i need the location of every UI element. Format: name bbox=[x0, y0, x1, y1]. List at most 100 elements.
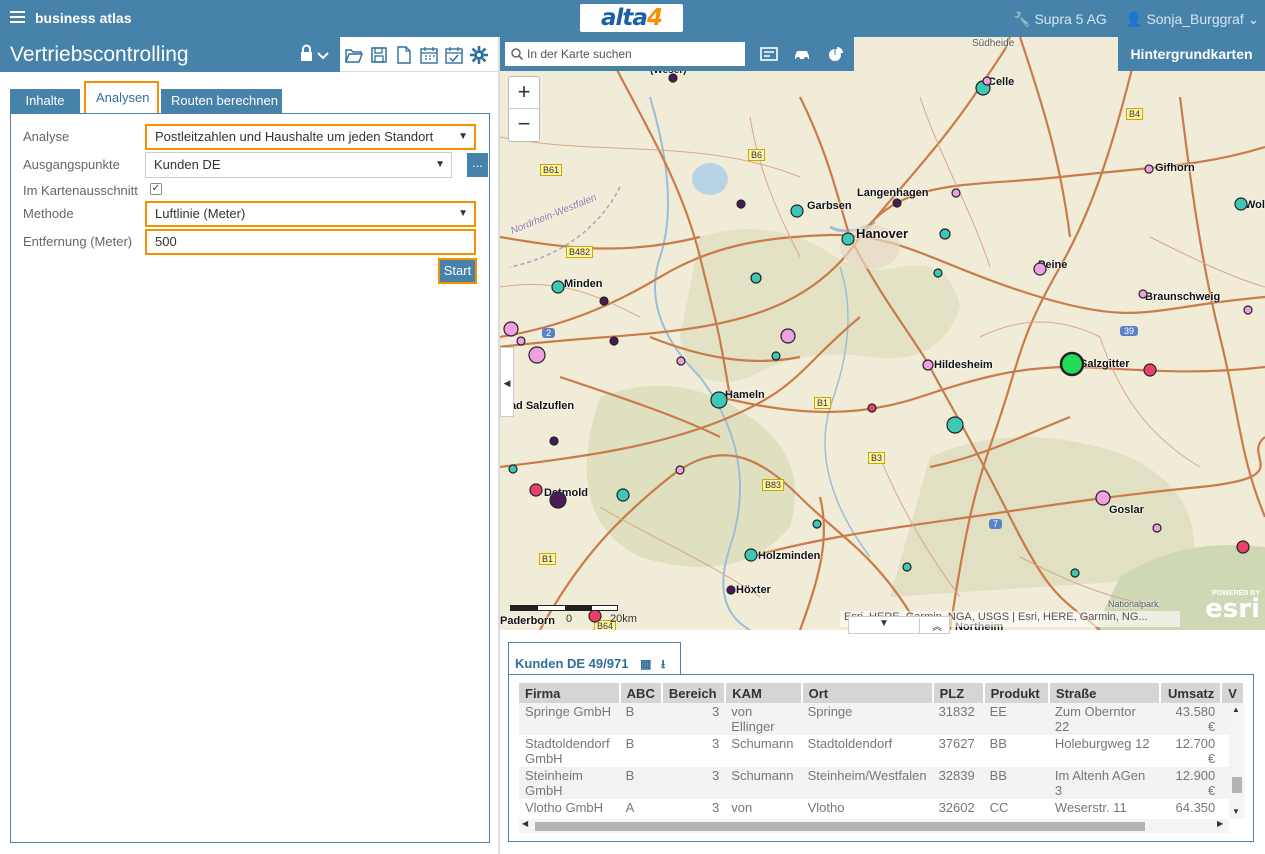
map-marker[interactable] bbox=[1095, 490, 1111, 506]
map-marker[interactable] bbox=[1070, 568, 1080, 578]
map-marker[interactable] bbox=[609, 336, 619, 346]
ausgangspunkte-select[interactable]: Kunden DE ▼ bbox=[145, 152, 452, 178]
table-tab[interactable]: Kunden DE 49/971 ▦ ⭳ bbox=[508, 642, 681, 675]
column-header[interactable]: Firma bbox=[519, 683, 621, 703]
map-marker[interactable] bbox=[503, 321, 519, 337]
map-marker[interactable] bbox=[1144, 164, 1154, 174]
map-marker[interactable] bbox=[528, 346, 546, 364]
calendar-icon[interactable] bbox=[420, 46, 438, 64]
map-marker[interactable] bbox=[588, 609, 602, 623]
map-marker[interactable] bbox=[668, 73, 678, 83]
download-icon[interactable]: ⭳ bbox=[661, 657, 665, 671]
map-marker[interactable] bbox=[736, 199, 746, 209]
map-marker[interactable] bbox=[902, 562, 912, 572]
map-marker[interactable] bbox=[676, 356, 686, 366]
scroll-right-icon[interactable]: ▶ bbox=[1217, 819, 1223, 828]
organization-menu[interactable]: 🔧 Supra 5 AG bbox=[1013, 11, 1107, 28]
column-header[interactable]: Produkt bbox=[983, 683, 1050, 703]
methode-select[interactable]: Luftlinie (Meter) ▼ bbox=[145, 201, 476, 227]
map-marker[interactable] bbox=[780, 328, 796, 344]
caret-down-icon[interactable]: ▼ bbox=[879, 618, 889, 629]
table-row[interactable]: Steinheim GmbH B 3 Schumann Steinheim/Westfa… bbox=[519, 767, 1244, 799]
table-icon[interactable]: ▦ bbox=[640, 657, 651, 671]
map-marker[interactable] bbox=[867, 403, 877, 413]
map-marker[interactable] bbox=[508, 464, 518, 474]
column-header[interactable]: Ort bbox=[801, 683, 934, 703]
collapse-panel-button[interactable]: ◀ bbox=[500, 347, 514, 417]
map-marker[interactable] bbox=[726, 585, 736, 595]
map-marker[interactable] bbox=[529, 483, 543, 497]
map-marker[interactable] bbox=[982, 76, 992, 86]
save-icon[interactable] bbox=[370, 46, 388, 64]
map-marker[interactable] bbox=[599, 296, 609, 306]
column-header[interactable]: Umsatz bbox=[1159, 683, 1223, 703]
table-row[interactable]: Springe GmbH B 3 von Ellinger Springe 31832 EE… bbox=[519, 703, 1244, 735]
map-marker[interactable] bbox=[516, 336, 526, 346]
map-marker[interactable] bbox=[1243, 305, 1253, 315]
user-menu[interactable]: 👤 Sonja_Burggraf ⌄ bbox=[1125, 11, 1259, 28]
map-marker[interactable] bbox=[892, 198, 902, 208]
map-marker[interactable] bbox=[939, 228, 951, 240]
table-row[interactable]: Vlotho GmbH A 3 von Vlotho 32602 CC Weserstr. 1… bbox=[519, 799, 1244, 819]
gear-icon[interactable] bbox=[470, 46, 488, 64]
map-marker[interactable] bbox=[922, 359, 934, 371]
vertical-scrollbar[interactable]: ▲ ▼ bbox=[1229, 703, 1245, 819]
scroll-down-icon[interactable]: ▼ bbox=[1232, 807, 1240, 816]
column-header[interactable]: KAM bbox=[725, 683, 803, 703]
lock-dropdown-button[interactable] bbox=[298, 44, 336, 66]
tab-routen-berechnen[interactable]: Routen berechnen bbox=[161, 89, 282, 113]
scroll-up-icon[interactable]: ▲ bbox=[1232, 705, 1240, 714]
column-header[interactable]: PLZ bbox=[932, 683, 985, 703]
map-marker[interactable] bbox=[1143, 363, 1157, 377]
scroll-left-icon[interactable]: ◀ bbox=[522, 819, 528, 828]
column-header[interactable]: Straße bbox=[1048, 683, 1161, 703]
map-marker[interactable] bbox=[744, 548, 758, 562]
map-marker[interactable] bbox=[1236, 540, 1250, 554]
folder-open-icon[interactable] bbox=[345, 46, 363, 64]
map-search-input[interactable]: In der Karte suchen bbox=[505, 42, 745, 66]
basemap-button[interactable]: Hintergrundkarten bbox=[1118, 37, 1265, 71]
ausgangspunkte-more-button[interactable]: ... bbox=[467, 153, 488, 177]
pie-chart-icon[interactable] bbox=[827, 46, 845, 62]
map-layer-icon[interactable] bbox=[760, 46, 778, 62]
horizontal-scrollbar[interactable]: ◀ ▶ bbox=[519, 819, 1229, 833]
customer-markers[interactable] bbox=[500, 37, 1265, 630]
map-marker[interactable] bbox=[951, 188, 961, 198]
map-marker[interactable] bbox=[675, 465, 685, 475]
zoom-in-button[interactable]: + bbox=[509, 77, 539, 109]
scroll-thumb[interactable] bbox=[535, 822, 1145, 831]
map-marker[interactable] bbox=[1033, 262, 1047, 276]
calendar-check-icon[interactable] bbox=[445, 46, 463, 64]
tab-analysen[interactable]: Analysen bbox=[84, 81, 159, 114]
map-marker[interactable] bbox=[946, 416, 964, 434]
car-icon[interactable] bbox=[793, 46, 811, 62]
entfernung-input[interactable]: 500 bbox=[145, 229, 476, 255]
table-row[interactable]: Stadtoldendorf GmbH B 3 Schumann Stadtoldend… bbox=[519, 735, 1244, 767]
kartenausschnitt-checkbox[interactable]: ✓ bbox=[150, 183, 162, 195]
map-marker[interactable] bbox=[551, 280, 565, 294]
map-marker[interactable] bbox=[1138, 289, 1148, 299]
tab-inhalte[interactable]: Inhalte bbox=[10, 89, 80, 113]
column-header[interactable]: V bbox=[1221, 683, 1245, 703]
map-view[interactable]: (Weser) Südheide Celle Gifhorn Wolfsburg… bbox=[500, 37, 1265, 630]
double-chevron-up-icon[interactable]: ︽ bbox=[919, 618, 942, 633]
start-button[interactable]: Start bbox=[438, 258, 477, 284]
map-marker[interactable] bbox=[841, 232, 855, 246]
column-header[interactable]: Bereich bbox=[661, 683, 727, 703]
map-marker[interactable] bbox=[771, 351, 781, 361]
map-marker[interactable] bbox=[616, 488, 630, 502]
map-marker[interactable] bbox=[750, 272, 762, 284]
map-marker[interactable] bbox=[710, 391, 728, 409]
map-marker[interactable] bbox=[1152, 523, 1162, 533]
map-marker[interactable] bbox=[933, 268, 943, 278]
map-marker[interactable] bbox=[812, 519, 822, 529]
scroll-thumb[interactable] bbox=[1232, 777, 1242, 793]
map-marker[interactable] bbox=[549, 491, 567, 509]
map-marker[interactable] bbox=[549, 436, 559, 446]
map-marker[interactable] bbox=[790, 204, 804, 218]
zoom-out-button[interactable]: − bbox=[509, 109, 539, 141]
new-document-icon[interactable] bbox=[395, 46, 413, 64]
map-marker[interactable] bbox=[1234, 197, 1248, 211]
map-marker[interactable] bbox=[1059, 351, 1085, 377]
column-header[interactable]: ABC bbox=[619, 683, 663, 703]
